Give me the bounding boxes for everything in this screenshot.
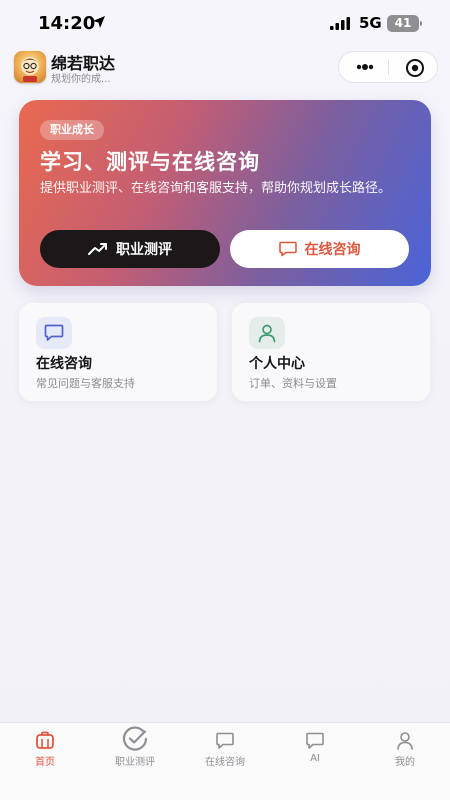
chat-icon (36, 317, 72, 349)
app-screen: 14:20 5G 41 绵若职达 规划你的成... 职业成长 学习、测评与在线咨… (0, 0, 450, 800)
status-bar: 14:20 5G 41 (0, 0, 450, 46)
home-icon (36, 731, 54, 749)
mini-program-capsule (338, 51, 438, 83)
app-header: 绵若职达 规划你的成... (0, 48, 450, 88)
tab-label: 我的 (395, 757, 415, 768)
tab-home[interactable]: 首页 (0, 723, 90, 783)
chat-icon (278, 241, 297, 257)
user-icon (397, 732, 413, 750)
tab-ai[interactable]: AI (270, 723, 360, 783)
chat-icon (216, 732, 234, 749)
chat-icon (306, 732, 324, 749)
tab-label: 职业测评 (115, 757, 155, 768)
capsule-divider (388, 60, 389, 75)
hero-title: 学习、测评与在线咨询 (40, 150, 260, 174)
card-personal-center[interactable]: 个人中心 订单、资料与设置 (231, 302, 431, 402)
app-subtitle: 规划你的成... (51, 74, 111, 85)
online-consult-button[interactable]: 在线咨询 (230, 230, 409, 268)
network-type: 5G (359, 14, 382, 32)
career-assessment-button[interactable]: 职业测评 (40, 230, 220, 268)
tab-label: 首页 (35, 757, 55, 768)
online-consult-label: 在线咨询 (304, 242, 361, 258)
trending-up-icon (88, 243, 107, 255)
check-circle-icon (122, 726, 148, 751)
card-online-consult[interactable]: 在线咨询 常见问题与客服支持 (18, 302, 218, 402)
status-time: 14:20 (38, 13, 96, 34)
hero-banner: 职业成长 学习、测评与在线咨询 提供职业测评、在线咨询和客服支持，帮助你规划成长… (19, 100, 431, 286)
location-arrow-icon (93, 16, 105, 28)
user-icon (249, 317, 285, 349)
card-title: 在线咨询 (36, 356, 92, 372)
tab-label: AI (310, 753, 320, 764)
tab-online-consult[interactable]: 在线咨询 (180, 723, 270, 783)
tab-career-assessment[interactable]: 职业测评 (90, 723, 180, 783)
signal-icon (330, 17, 350, 30)
app-logo-icon (14, 51, 46, 83)
tab-mine[interactable]: 我的 (360, 723, 450, 783)
hero-tag: 职业成长 (40, 120, 104, 140)
card-subtitle: 常见问题与客服支持 (36, 377, 135, 390)
hero-description: 提供职业测评、在线咨询和客服支持，帮助你规划成长路径。 (40, 181, 392, 196)
more-icon[interactable] (355, 62, 375, 72)
card-subtitle: 订单、资料与设置 (249, 377, 337, 390)
tab-label: 在线咨询 (205, 757, 245, 768)
card-title: 个人中心 (249, 356, 305, 372)
close-target-icon[interactable] (405, 58, 425, 78)
battery-indicator: 41 (387, 15, 422, 32)
bottom-tab-bar: 首页 职业测评 在线咨询 AI 我的 (0, 722, 450, 800)
career-assessment-label: 职业测评 (116, 242, 172, 258)
